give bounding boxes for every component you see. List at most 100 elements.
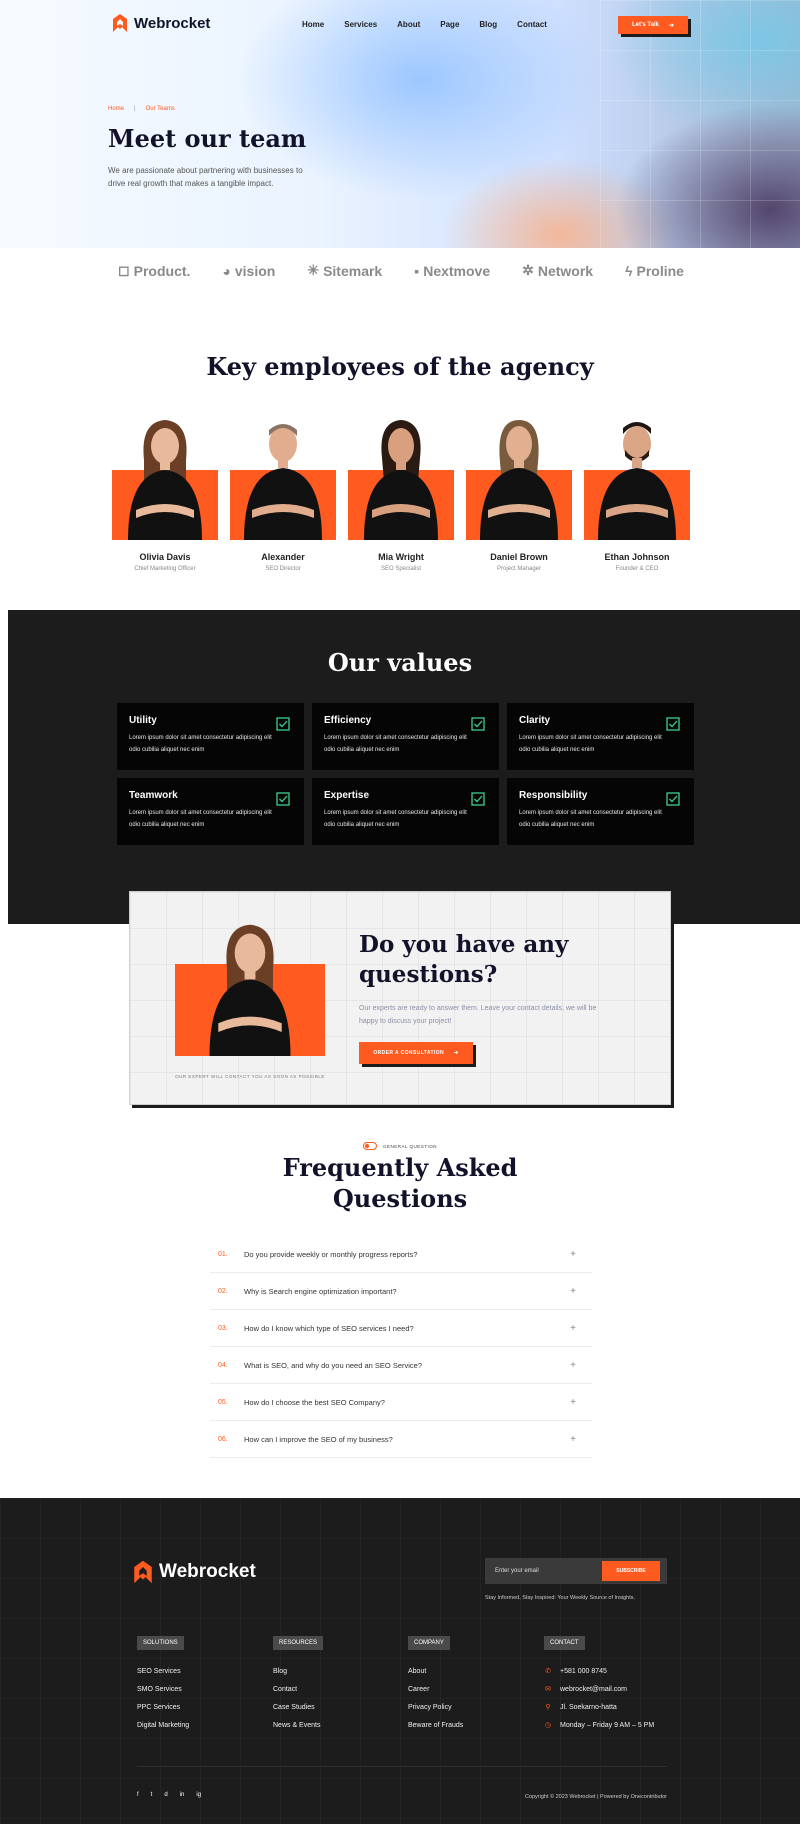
footer-link[interactable]: SEO Services <box>137 1662 189 1680</box>
clock-icon: ◷ <box>544 1722 552 1729</box>
nav-contact[interactable]: Contact <box>517 20 547 29</box>
breadcrumb-current: Our Teams <box>145 106 175 112</box>
faq-item[interactable]: 06. How can I improve the SEO of my busi… <box>210 1421 592 1458</box>
arrow-icon: ➔ <box>454 1050 459 1056</box>
footer-link[interactable]: Privacy Policy <box>408 1698 463 1716</box>
footer-link[interactable]: PPC Services <box>137 1698 189 1716</box>
breadcrumb-home[interactable]: Home <box>108 106 124 112</box>
plus-icon[interactable]: + <box>570 1360 576 1371</box>
newsletter-note: Stay Informed, Stay Inspired: Your Weekl… <box>485 1595 636 1601</box>
footer-column-heading: SOLUTIONS <box>137 1636 184 1650</box>
brand-logos-strip: ◻ Product. ◕ vision ✳ Sitemark ▪ Nextmove ✲ N… <box>118 262 684 279</box>
footer-column-contact: CONTACT ✆ +581 000 8745 ✉ webrocket@mail.c… <box>544 1631 654 1734</box>
brand-nextmove: ▪ Nextmove <box>414 263 490 279</box>
contact-address[interactable]: ⚲ Jl. Soekarno-hatta <box>544 1698 654 1716</box>
plus-icon[interactable]: + <box>570 1434 576 1445</box>
footer-column-heading: COMPANY <box>408 1636 450 1650</box>
footer-link[interactable]: Blog <box>273 1662 323 1680</box>
subscribe-button[interactable]: SUBSCRIBE <box>602 1561 660 1581</box>
member-name: Olivia Davis <box>139 552 191 562</box>
instagram-icon[interactable]: ig <box>196 1792 201 1798</box>
twitter-icon[interactable]: t <box>151 1792 153 1798</box>
faq-number: 06. <box>218 1435 228 1443</box>
plus-icon[interactable]: + <box>570 1249 576 1260</box>
member-name: Daniel Brown <box>490 552 548 562</box>
brand-name: vision <box>234 262 276 279</box>
plus-icon[interactable]: + <box>570 1286 576 1297</box>
brand-proline: ϟ Proline <box>625 263 684 279</box>
breadcrumb: Home | Our Teams <box>108 106 175 112</box>
footer-logo[interactable]: Webrocket <box>133 1560 256 1584</box>
brand-name: Nextmove <box>423 262 491 279</box>
site-logo[interactable]: Webrocket <box>112 14 210 32</box>
footer-link[interactable]: SMO Services <box>137 1680 189 1698</box>
contact-email[interactable]: ✉ webrocket@mail.com <box>544 1680 654 1698</box>
faq-list: 01. Do you provide weekly or monthly pro… <box>210 1236 592 1458</box>
values-title: Our values <box>327 648 473 677</box>
nav-services[interactable]: Services <box>344 20 377 29</box>
value-title: Expertise <box>324 790 370 801</box>
faq-question: How can I improve the SEO of my business… <box>244 1434 393 1444</box>
footer-link[interactable]: Beware of Frauds <box>408 1716 463 1734</box>
faq-number: 01. <box>218 1250 228 1258</box>
team-member-card[interactable]: Olivia Davis Chief Marketing Officer <box>112 410 218 572</box>
nav-home[interactable]: Home <box>302 20 324 29</box>
checkbox-checked-icon <box>666 717 680 731</box>
questions-subtitle: Our experts are ready to answer them. Le… <box>359 1005 597 1025</box>
nav-about[interactable]: About <box>397 20 420 29</box>
faq-question: What is SEO, and why do you need an SEO … <box>244 1360 423 1370</box>
linkedin-icon[interactable]: in <box>180 1792 185 1798</box>
footer-column-company: COMPANY About Career Privacy Policy Bewa… <box>408 1631 463 1734</box>
faq-item[interactable]: 04. What is SEO, and why do you need an … <box>210 1347 592 1384</box>
plus-icon[interactable]: + <box>570 1323 576 1334</box>
brand-vision: ◕ vision <box>222 263 275 279</box>
faq-item[interactable]: 01. Do you provide weekly or monthly pro… <box>210 1236 592 1273</box>
footer-link[interactable]: Career <box>408 1680 463 1698</box>
footer-column-heading: RESOURCES <box>273 1636 324 1650</box>
faq-item[interactable]: 05. How do I choose the best SEO Company… <box>210 1384 592 1421</box>
member-role: Project Manager <box>496 566 542 572</box>
questions-card: OUR EXPERT WILL CONTACT YOU AS SOON AS P… <box>129 891 671 1105</box>
value-title: Clarity <box>519 715 551 726</box>
value-title: Utility <box>129 715 157 726</box>
faq-tag: GENERAL QUESTION <box>0 1142 800 1150</box>
faq-question: How do I know which type of SEO services… <box>244 1323 414 1333</box>
footer-link[interactable]: Case Studies <box>273 1698 323 1716</box>
lets-talk-button[interactable]: Let's Talk ➔ <box>618 16 688 34</box>
team-member-card[interactable]: Alexander SEO Director <box>230 410 336 572</box>
value-card: Responsibility Lorem ipsum dolor sit ame… <box>507 778 694 845</box>
sitemark-logo-icon: ✳ <box>307 262 320 278</box>
nav-page[interactable]: Page <box>440 20 459 29</box>
footer-link[interactable]: Digital Marketing <box>137 1716 189 1734</box>
member-photo <box>230 410 336 540</box>
value-card: Expertise Lorem ipsum dolor sit amet con… <box>312 778 499 845</box>
team-member-card[interactable]: Mia Wright SEO Specialist <box>348 410 454 572</box>
faq-item[interactable]: 02. Why is Search engine optimization im… <box>210 1273 592 1310</box>
brand-name: Network <box>537 262 594 279</box>
order-consultation-label: ORDER A CONSULTATION <box>373 1050 445 1056</box>
value-description: Lorem ipsum dolor sit amet consectetur a… <box>324 735 467 753</box>
team-section-title: Key employees of the agency <box>206 352 594 381</box>
team-member-card[interactable]: Daniel Brown Project Manager <box>466 410 572 572</box>
facebook-icon[interactable]: f <box>137 1792 139 1798</box>
plus-icon[interactable]: + <box>570 1397 576 1408</box>
contact-email-text: webrocket@mail.com <box>560 1685 628 1693</box>
footer-link[interactable]: Contact <box>273 1680 323 1698</box>
faq-question: Why is Search engine optimization import… <box>244 1286 397 1296</box>
footer-column-solutions: SOLUTIONS SEO Services SMO Services PPC … <box>137 1631 189 1734</box>
faq-question: Do you provide weekly or monthly progres… <box>244 1249 418 1259</box>
location-pin-icon: ⚲ <box>545 1704 551 1711</box>
team-member-card[interactable]: Ethan Johnson Founder & CEO <box>584 410 690 572</box>
tiktok-icon[interactable]: d <box>164 1792 167 1798</box>
footer-column-heading: CONTACT <box>544 1636 585 1650</box>
contact-phone[interactable]: ✆ +581 000 8745 <box>544 1662 654 1680</box>
faq-number: 05. <box>218 1398 228 1406</box>
brand-product: ◻ Product. <box>118 262 190 279</box>
footer-link[interactable]: News & Events <box>273 1716 323 1734</box>
nav-blog[interactable]: Blog <box>479 20 497 29</box>
faq-item[interactable]: 03. How do I know which type of SEO serv… <box>210 1310 592 1347</box>
footer-link[interactable]: About <box>408 1662 463 1680</box>
footer-divider <box>137 1766 667 1767</box>
team-list: Olivia Davis Chief Marketing Officer Ale… <box>112 410 690 572</box>
order-consultation-button[interactable]: ORDER A CONSULTATION ➔ <box>359 1042 473 1064</box>
